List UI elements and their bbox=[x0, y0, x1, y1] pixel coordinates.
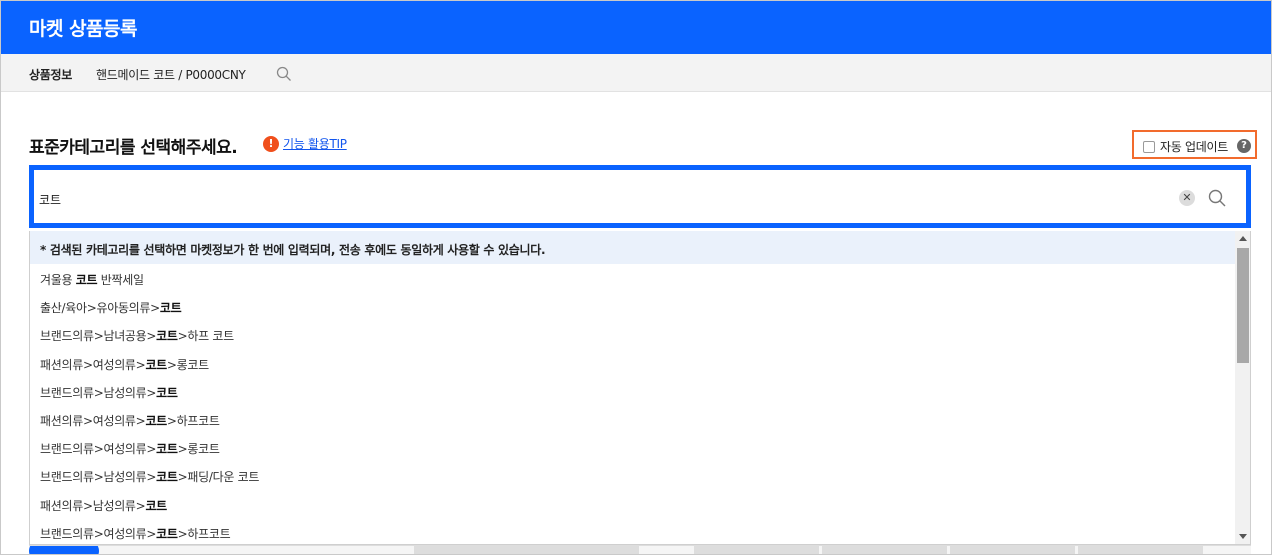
list-item[interactable]: 브랜드의류>남성의류>코트 bbox=[30, 377, 1235, 405]
tip-link[interactable]: 기능 활용TIP bbox=[283, 135, 347, 152]
app-header: 마켓 상품등록 bbox=[1, 1, 1271, 54]
product-info-value: 핸드메이드 코트 / P0000CNY bbox=[96, 68, 246, 82]
alert-icon: ! bbox=[263, 136, 279, 152]
scroll-down-icon[interactable] bbox=[1239, 534, 1247, 539]
list-item[interactable]: 패션의류>여성의류>코트>롱코트 bbox=[30, 349, 1235, 377]
category-search-input[interactable] bbox=[39, 189, 1139, 209]
results-notice: * 검색된 카테고리를 선택하면 마켓정보가 한 번에 입력되며, 전송 후에도… bbox=[30, 231, 1235, 264]
list-item[interactable]: 브랜드의류>여성의류>코트>하프코트 bbox=[30, 518, 1235, 544]
category-heading: 표준카테고리를 선택해주세요. bbox=[29, 138, 238, 158]
background-field bbox=[950, 546, 1075, 554]
search-icon[interactable] bbox=[1207, 188, 1227, 208]
auto-update-checkbox[interactable] bbox=[1143, 141, 1155, 153]
results-scrollbar[interactable] bbox=[1235, 231, 1250, 544]
category-search-box: ✕ bbox=[29, 165, 1251, 228]
list-item[interactable]: 겨울용 코트 반짝세일 bbox=[30, 264, 1235, 292]
background-field bbox=[694, 546, 819, 554]
background-field bbox=[1078, 546, 1203, 554]
product-info-label: 상품정보 bbox=[29, 68, 72, 82]
background-form-row bbox=[29, 545, 1251, 554]
scroll-thumb[interactable] bbox=[1237, 248, 1249, 363]
auto-update-toggle[interactable]: 자동 업데이트 ? bbox=[1132, 130, 1257, 159]
product-info-bar: 상품정보 핸드메이드 코트 / P0000CNY bbox=[1, 54, 1271, 92]
category-results-list: * 검색된 카테고리를 선택하면 마켓정보가 한 번에 입력되며, 전송 후에도… bbox=[29, 231, 1251, 545]
help-icon[interactable]: ? bbox=[1237, 139, 1251, 153]
search-icon[interactable] bbox=[276, 66, 292, 82]
clear-icon[interactable]: ✕ bbox=[1179, 190, 1195, 206]
background-toggle bbox=[29, 546, 99, 554]
results-notice-text: * 검색된 카테고리를 선택하면 마켓정보가 한 번에 입력되며, 전송 후에도… bbox=[40, 243, 546, 257]
scroll-up-icon[interactable] bbox=[1239, 236, 1247, 241]
list-item[interactable]: 출산/육아>유아동의류>코트 bbox=[30, 292, 1235, 320]
list-item[interactable]: 브랜드의류>남녀공용>코트>하프 코트 bbox=[30, 320, 1235, 348]
app-window: 마켓 상품등록 상품정보 핸드메이드 코트 / P0000CNY 표준카테고리를… bbox=[0, 0, 1272, 555]
list-item[interactable]: 패션의류>여성의류>코트>하프코트 bbox=[30, 405, 1235, 433]
list-item[interactable]: 패션의류>남성의류>코트 bbox=[30, 490, 1235, 518]
background-field bbox=[822, 546, 947, 554]
results-items: 겨울용 코트 반짝세일 출산/육아>유아동의류>코트 브랜드의류>남녀공용>코트… bbox=[30, 264, 1235, 544]
background-field bbox=[414, 546, 639, 554]
app-title: 마켓 상품등록 bbox=[29, 18, 138, 40]
list-item[interactable]: 브랜드의류>여성의류>코트>롱코트 bbox=[30, 433, 1235, 461]
auto-update-label: 자동 업데이트 bbox=[1160, 140, 1228, 154]
list-item[interactable]: 브랜드의류>남성의류>코트>패딩/다운 코트 bbox=[30, 461, 1235, 489]
